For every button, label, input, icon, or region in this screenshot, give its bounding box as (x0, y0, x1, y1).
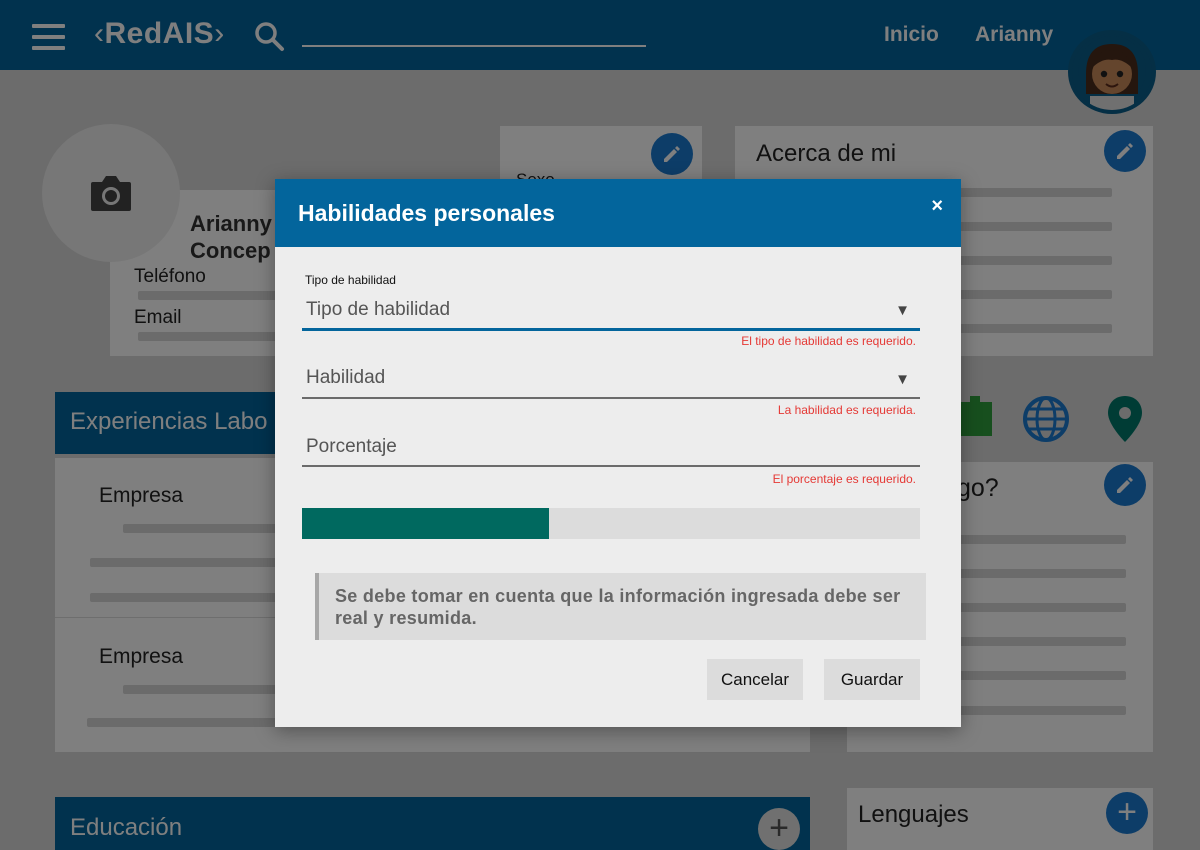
modal-title: Habilidades personales (298, 200, 555, 226)
info-notice: Se debe tomar en cuenta que la informaci… (315, 573, 926, 640)
skill-type-select[interactable]: Tipo de habilidad ▼ (302, 291, 920, 333)
skill-value: Habilidad (306, 367, 386, 388)
skill-select[interactable]: Habilidad ▼ (302, 361, 920, 401)
close-icon[interactable]: × (931, 195, 943, 218)
skill-underline (302, 397, 920, 399)
skills-modal: Habilidades personales × Tipo de habilid… (275, 179, 961, 727)
progress-fill (302, 508, 550, 539)
skill-type-error: El tipo de habilidad es requerido. (741, 334, 916, 348)
percentage-progress-bar (302, 508, 920, 539)
chevron-down-icon: ▼ (895, 302, 910, 319)
modal-header: Habilidades personales × (275, 179, 961, 247)
percentage-error: El porcentaje es requerido. (772, 472, 916, 486)
cancel-button[interactable]: Cancelar (707, 659, 803, 700)
skill-type-underline (302, 328, 920, 331)
skill-type-floating-label: Tipo de habilidad (305, 273, 396, 287)
skill-error: La habilidad es requerida. (777, 403, 916, 417)
percentage-input[interactable]: Porcentaje (302, 431, 920, 469)
skill-type-value: Tipo de habilidad (306, 299, 451, 320)
percentage-underline (302, 465, 920, 467)
chevron-down-icon: ▼ (895, 371, 910, 388)
percentage-value: Porcentaje (306, 436, 397, 457)
save-button[interactable]: Guardar (824, 659, 920, 700)
